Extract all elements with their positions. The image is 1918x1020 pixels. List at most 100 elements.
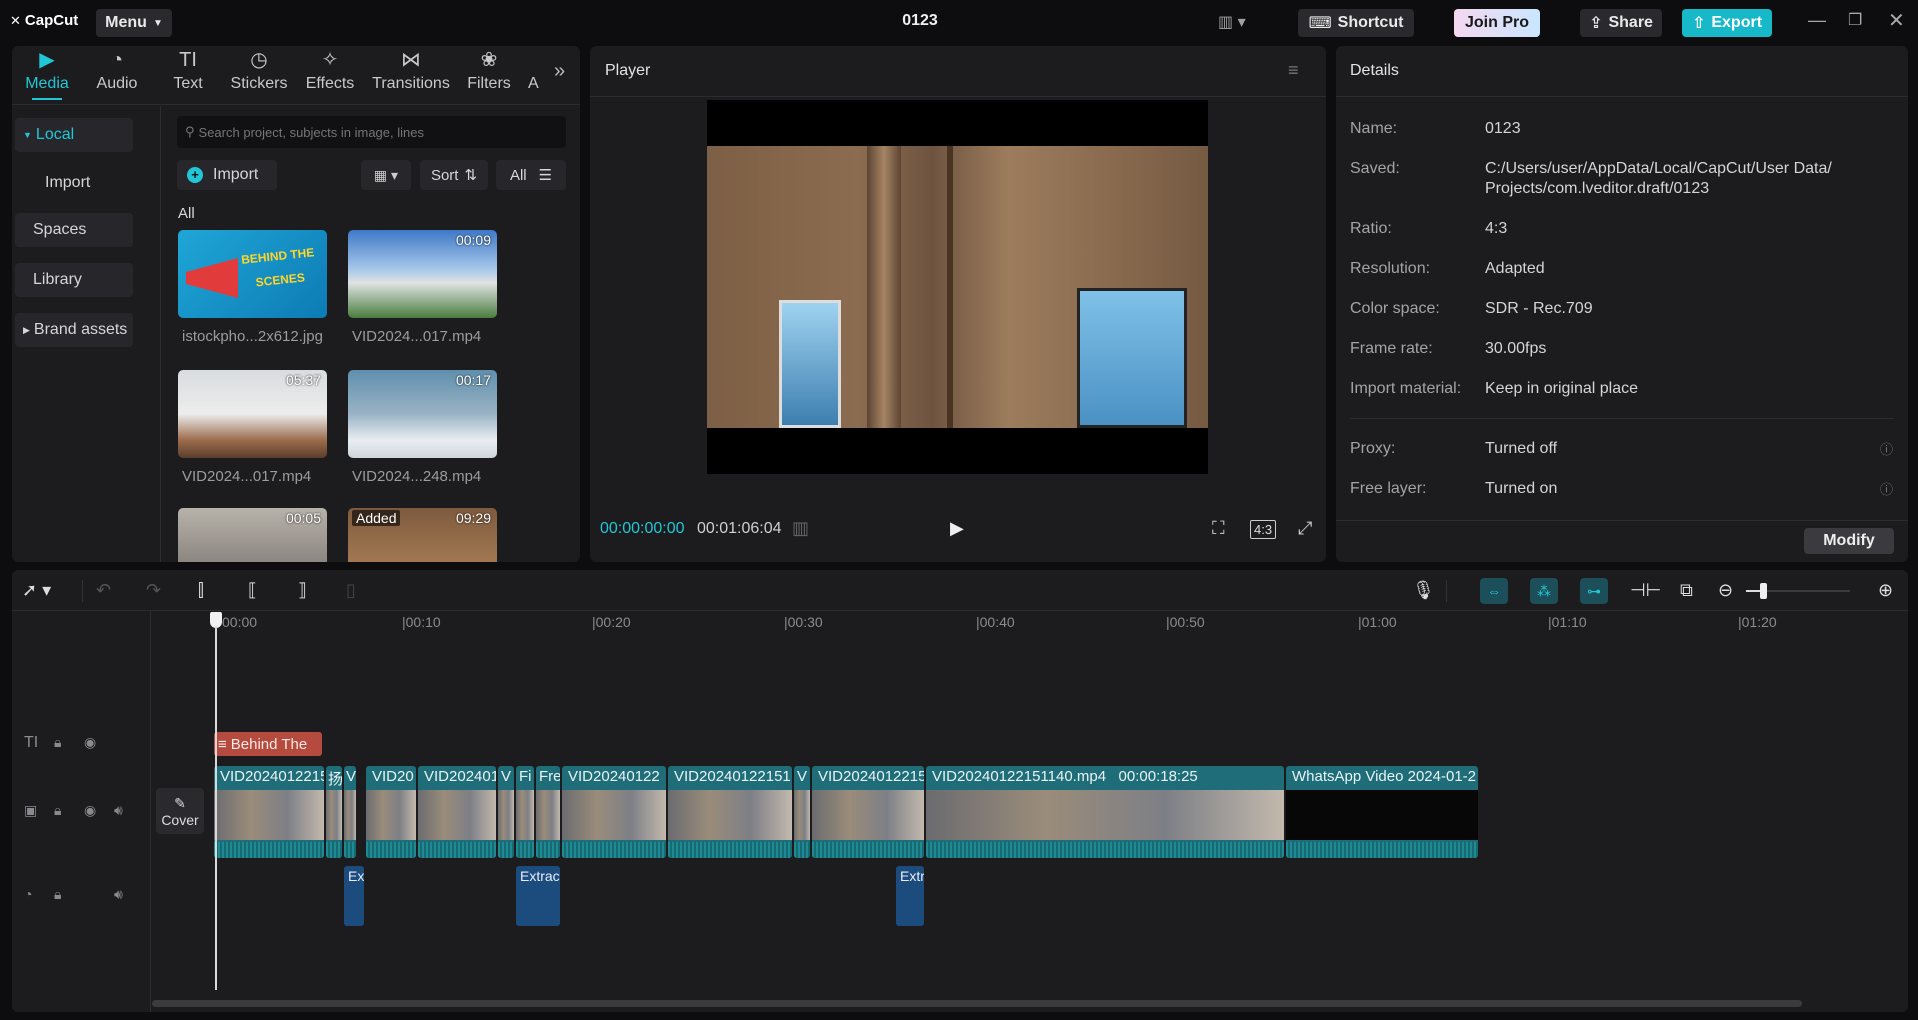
zoom-slider-handle[interactable] bbox=[1760, 583, 1767, 599]
zoom-in-icon[interactable]: ⊕ bbox=[1878, 580, 1893, 601]
media-thumbnail[interactable]: 00:05 bbox=[178, 508, 327, 562]
video-clip[interactable]: Fi bbox=[516, 766, 534, 858]
volume-icon[interactable]: 🔊︎ bbox=[114, 802, 123, 819]
share-button[interactable]: ⇪ Share bbox=[1580, 9, 1662, 37]
video-clip[interactable]: VID2024012215 bbox=[214, 766, 324, 858]
sort-button[interactable]: Sort ⇅ bbox=[420, 160, 488, 190]
fullscreen-icon[interactable]: ⤢ bbox=[1298, 518, 1312, 539]
link-icon[interactable]: ⊶ bbox=[1580, 578, 1608, 604]
player-menu-icon[interactable]: ≡ bbox=[1288, 60, 1299, 81]
lock-icon[interactable]: 🔒︎ bbox=[54, 802, 61, 819]
minimize-icon[interactable]: — bbox=[1808, 10, 1826, 31]
eye-icon[interactable]: ◉ bbox=[84, 734, 96, 751]
text-icon: TI bbox=[179, 49, 197, 71]
layout-icon[interactable]: ▥ ▾ bbox=[1218, 12, 1246, 32]
divider bbox=[1350, 418, 1894, 419]
sidebar-item-spaces[interactable]: Spaces bbox=[15, 213, 133, 247]
video-clip[interactable]: V bbox=[344, 766, 356, 858]
modify-button[interactable]: Modify bbox=[1804, 528, 1894, 554]
screenshot-icon[interactable]: ⧉ bbox=[1680, 580, 1693, 601]
search-input[interactable] bbox=[198, 124, 549, 140]
clip-waveform bbox=[562, 842, 666, 858]
media-thumbnail[interactable]: Added 09:29 bbox=[348, 508, 497, 562]
split-icon[interactable]: ⫿ bbox=[198, 580, 204, 601]
divider bbox=[82, 580, 83, 602]
tab-filters[interactable]: ❀ Filters bbox=[453, 48, 525, 98]
video-clip[interactable]: Fre bbox=[536, 766, 560, 858]
trim-left-icon[interactable]: ⟦ bbox=[248, 580, 257, 601]
video-preview[interactable] bbox=[707, 100, 1208, 474]
sidebar-item-library[interactable]: Library bbox=[15, 263, 133, 297]
lock-icon[interactable]: 🔒︎ bbox=[54, 734, 61, 751]
zoom-preview-icon[interactable]: ⛶ bbox=[1212, 518, 1225, 539]
eye-icon[interactable]: ◉ bbox=[84, 802, 96, 819]
more-tabs-icon[interactable]: » bbox=[554, 60, 565, 83]
audio-clip[interactable]: Extract bbox=[516, 866, 560, 926]
lock-icon[interactable]: 🔒︎ bbox=[54, 886, 61, 903]
sidebar-item-import[interactable]: Import bbox=[15, 166, 133, 200]
clip-thumbnails bbox=[1286, 790, 1478, 840]
ruler-tick: 00:00 bbox=[222, 614, 258, 630]
detail-value: 4:3 bbox=[1485, 220, 1508, 237]
sidebar-item-local[interactable]: ▼ Local bbox=[15, 118, 133, 152]
zoom-out-icon[interactable]: ⊖ bbox=[1718, 580, 1733, 601]
filter-all-button[interactable]: All ☰ bbox=[496, 160, 566, 190]
media-thumbnail[interactable]: 00:17 bbox=[348, 370, 497, 458]
sidebar-item-brand-assets[interactable]: ▶ Brand assets bbox=[15, 313, 133, 347]
divider bbox=[12, 610, 1908, 611]
tab-audio[interactable]: ◔ Audio bbox=[80, 48, 154, 98]
audio-clip[interactable]: Extr bbox=[896, 866, 924, 926]
auto-snap-icon[interactable]: ⁂ bbox=[1530, 578, 1558, 604]
delete-icon[interactable]: ▯ bbox=[346, 580, 356, 601]
play-icon[interactable]: ▶ bbox=[950, 518, 964, 539]
import-button[interactable]: + Import bbox=[177, 160, 277, 190]
export-button[interactable]: ⇧ Export bbox=[1682, 9, 1772, 37]
trim-right-icon[interactable]: ⟧ bbox=[298, 580, 307, 601]
tab-effects[interactable]: ✧ Effects bbox=[293, 48, 367, 98]
audio-clip[interactable]: Ex bbox=[344, 866, 364, 926]
video-clip[interactable]: 扬 bbox=[326, 766, 342, 858]
media-thumbnail[interactable]: 00:09 bbox=[348, 230, 497, 318]
undo-icon[interactable]: ↶ bbox=[96, 580, 111, 601]
redo-icon[interactable]: ↷ bbox=[146, 580, 161, 601]
duration-label: 00:05 bbox=[285, 510, 321, 526]
text-clip[interactable]: ≡ Behind The bbox=[214, 732, 322, 756]
close-icon[interactable]: ✕ bbox=[1888, 8, 1905, 33]
keyboard-icon: ⌨ bbox=[1308, 15, 1332, 32]
volume-icon[interactable]: 🔊︎ bbox=[114, 886, 123, 903]
tab-text[interactable]: TI Text bbox=[151, 48, 225, 98]
detail-value: Projects/com.lveditor.draft/0123 bbox=[1485, 180, 1710, 197]
duration-label: 00:17 bbox=[455, 372, 491, 388]
media-thumbnail[interactable]: 05:37 bbox=[178, 370, 327, 458]
tab-stickers[interactable]: ◷ Stickers bbox=[222, 48, 296, 98]
video-clip[interactable]: VID20240122151140.mp4 00:00:18:25 bbox=[926, 766, 1284, 858]
menu-button[interactable]: Menu ▼ bbox=[96, 9, 172, 37]
view-mode-button[interactable]: ▦ ▾ bbox=[361, 160, 411, 190]
select-tool-icon[interactable]: ➚ ▾ bbox=[22, 580, 51, 601]
video-clip[interactable]: VID2024012215 bbox=[812, 766, 924, 858]
help-icon[interactable]: ⓘ bbox=[1880, 479, 1893, 498]
video-clip[interactable]: VID20240122 bbox=[562, 766, 666, 858]
video-clip[interactable]: VID20 bbox=[366, 766, 416, 858]
cover-button[interactable]: ✎ Cover bbox=[156, 788, 204, 834]
tab-transitions[interactable]: ⋈ Transitions bbox=[372, 48, 450, 98]
join-pro-button[interactable]: Join Pro bbox=[1454, 9, 1540, 37]
ratio-button[interactable]: 4:3 bbox=[1250, 520, 1277, 539]
magnet-snap-icon[interactable]: ⇔ bbox=[1480, 578, 1508, 604]
shortcut-button[interactable]: ⌨ Shortcut bbox=[1298, 9, 1414, 37]
restore-icon[interactable]: ❐ bbox=[1848, 10, 1862, 30]
tab-media[interactable]: ▶ Media bbox=[10, 48, 84, 100]
media-thumbnail[interactable]: BEHIND THE SCENES bbox=[178, 230, 327, 318]
microphone-icon[interactable]: 🎙 bbox=[1412, 580, 1435, 601]
help-icon[interactable]: ⓘ bbox=[1880, 439, 1893, 458]
search-bar[interactable]: ⚲ bbox=[177, 116, 566, 148]
video-clip[interactable]: V bbox=[498, 766, 514, 858]
tab-adjustment[interactable]: A bbox=[528, 48, 544, 98]
video-clip[interactable]: VID20240122151 bbox=[668, 766, 792, 858]
horizontal-scrollbar[interactable] bbox=[152, 1000, 1802, 1007]
video-clip[interactable]: WhatsApp Video 2024-01-2 bbox=[1286, 766, 1478, 858]
filter-icon: ☰ bbox=[538, 167, 553, 184]
video-clip[interactable]: VID202401 bbox=[418, 766, 496, 858]
preview-axis-icon[interactable]: ⊣⊢ bbox=[1630, 580, 1661, 601]
video-clip[interactable]: V bbox=[794, 766, 810, 858]
